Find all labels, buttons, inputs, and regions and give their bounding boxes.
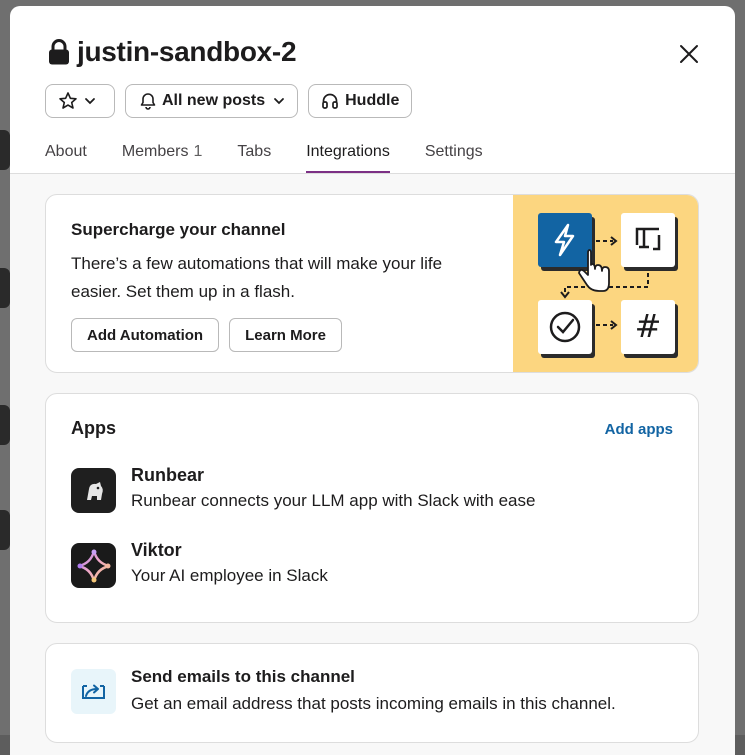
email-forward-icon xyxy=(71,669,116,714)
integrations-panel: Supercharge your channel There’s a few a… xyxy=(10,174,735,755)
lock-icon xyxy=(49,39,69,65)
background-app-edge xyxy=(0,268,10,308)
notifications-button[interactable]: All new posts xyxy=(125,84,299,118)
svg-text:#: # xyxy=(635,307,662,345)
apps-title: Apps xyxy=(71,418,116,438)
email-title: Send emails to this channel xyxy=(131,667,355,686)
channel-action-buttons: All new posts Huddle xyxy=(45,84,413,118)
add-automation-button[interactable]: Add Automation xyxy=(71,318,220,352)
automation-illustration: # xyxy=(513,195,698,372)
chevron-down-icon xyxy=(274,98,285,105)
check-tile xyxy=(538,300,592,354)
bolt-tile xyxy=(538,213,592,267)
tab-tabs[interactable]: Tabs xyxy=(237,134,271,173)
channel-title-row: justin-sandbox-2 xyxy=(47,36,297,68)
tab-about[interactable]: About xyxy=(45,134,87,173)
bell-icon xyxy=(140,93,156,110)
email-card[interactable]: Send emails to this channel Get an email… xyxy=(45,643,699,743)
background-app-edge xyxy=(0,510,10,550)
tab-settings[interactable]: Settings xyxy=(425,134,483,173)
background-app-edge xyxy=(0,405,10,445)
learn-more-button[interactable]: Learn More xyxy=(229,318,342,352)
email-description: Get an email address that posts incoming… xyxy=(131,694,616,713)
modal-header: justin-sandbox-2 All new posts Huddle Ab… xyxy=(10,6,735,174)
apps-card: Apps Add apps Runbear Runbear connects y… xyxy=(45,393,699,623)
star-icon xyxy=(59,92,77,109)
app-description: Runbear connects your LLM app with Slack… xyxy=(131,491,536,510)
text-tile xyxy=(621,213,675,267)
tab-members[interactable]: Members 1 xyxy=(122,134,203,173)
huddle-button[interactable]: Huddle xyxy=(308,84,413,118)
viktor-logo-icon xyxy=(71,543,116,588)
modal-tabs: About Members 1 Tabs Integrations Setting… xyxy=(45,134,518,173)
app-name: Viktor xyxy=(131,540,182,560)
huddle-label: Huddle xyxy=(345,92,400,109)
star-button[interactable] xyxy=(45,84,115,118)
add-apps-link[interactable]: Add apps xyxy=(605,421,673,438)
supercharge-description: There’s a few automations that will make… xyxy=(71,254,443,301)
app-item-viktor[interactable]: Viktor Your AI employee in Slack xyxy=(71,540,328,588)
tab-integrations[interactable]: Integrations xyxy=(306,134,390,173)
app-item-runbear[interactable]: Runbear Runbear connects your LLM app wi… xyxy=(71,465,536,513)
background-app-edge xyxy=(0,130,10,170)
close-icon[interactable] xyxy=(675,40,703,68)
channel-name: justin-sandbox-2 xyxy=(77,36,297,67)
app-name: Runbear xyxy=(131,465,205,485)
channel-details-modal: justin-sandbox-2 All new posts Huddle Ab… xyxy=(10,6,735,755)
notifications-label: All new posts xyxy=(162,92,266,109)
runbear-logo-icon xyxy=(71,468,116,513)
members-count: 1 xyxy=(193,143,203,160)
app-description: Your AI employee in Slack xyxy=(131,566,328,585)
chevron-down-icon xyxy=(85,98,95,105)
supercharge-title: Supercharge your channel xyxy=(71,220,286,239)
supercharge-card: Supercharge your channel There’s a few a… xyxy=(45,194,699,373)
headphones-icon xyxy=(322,93,338,109)
